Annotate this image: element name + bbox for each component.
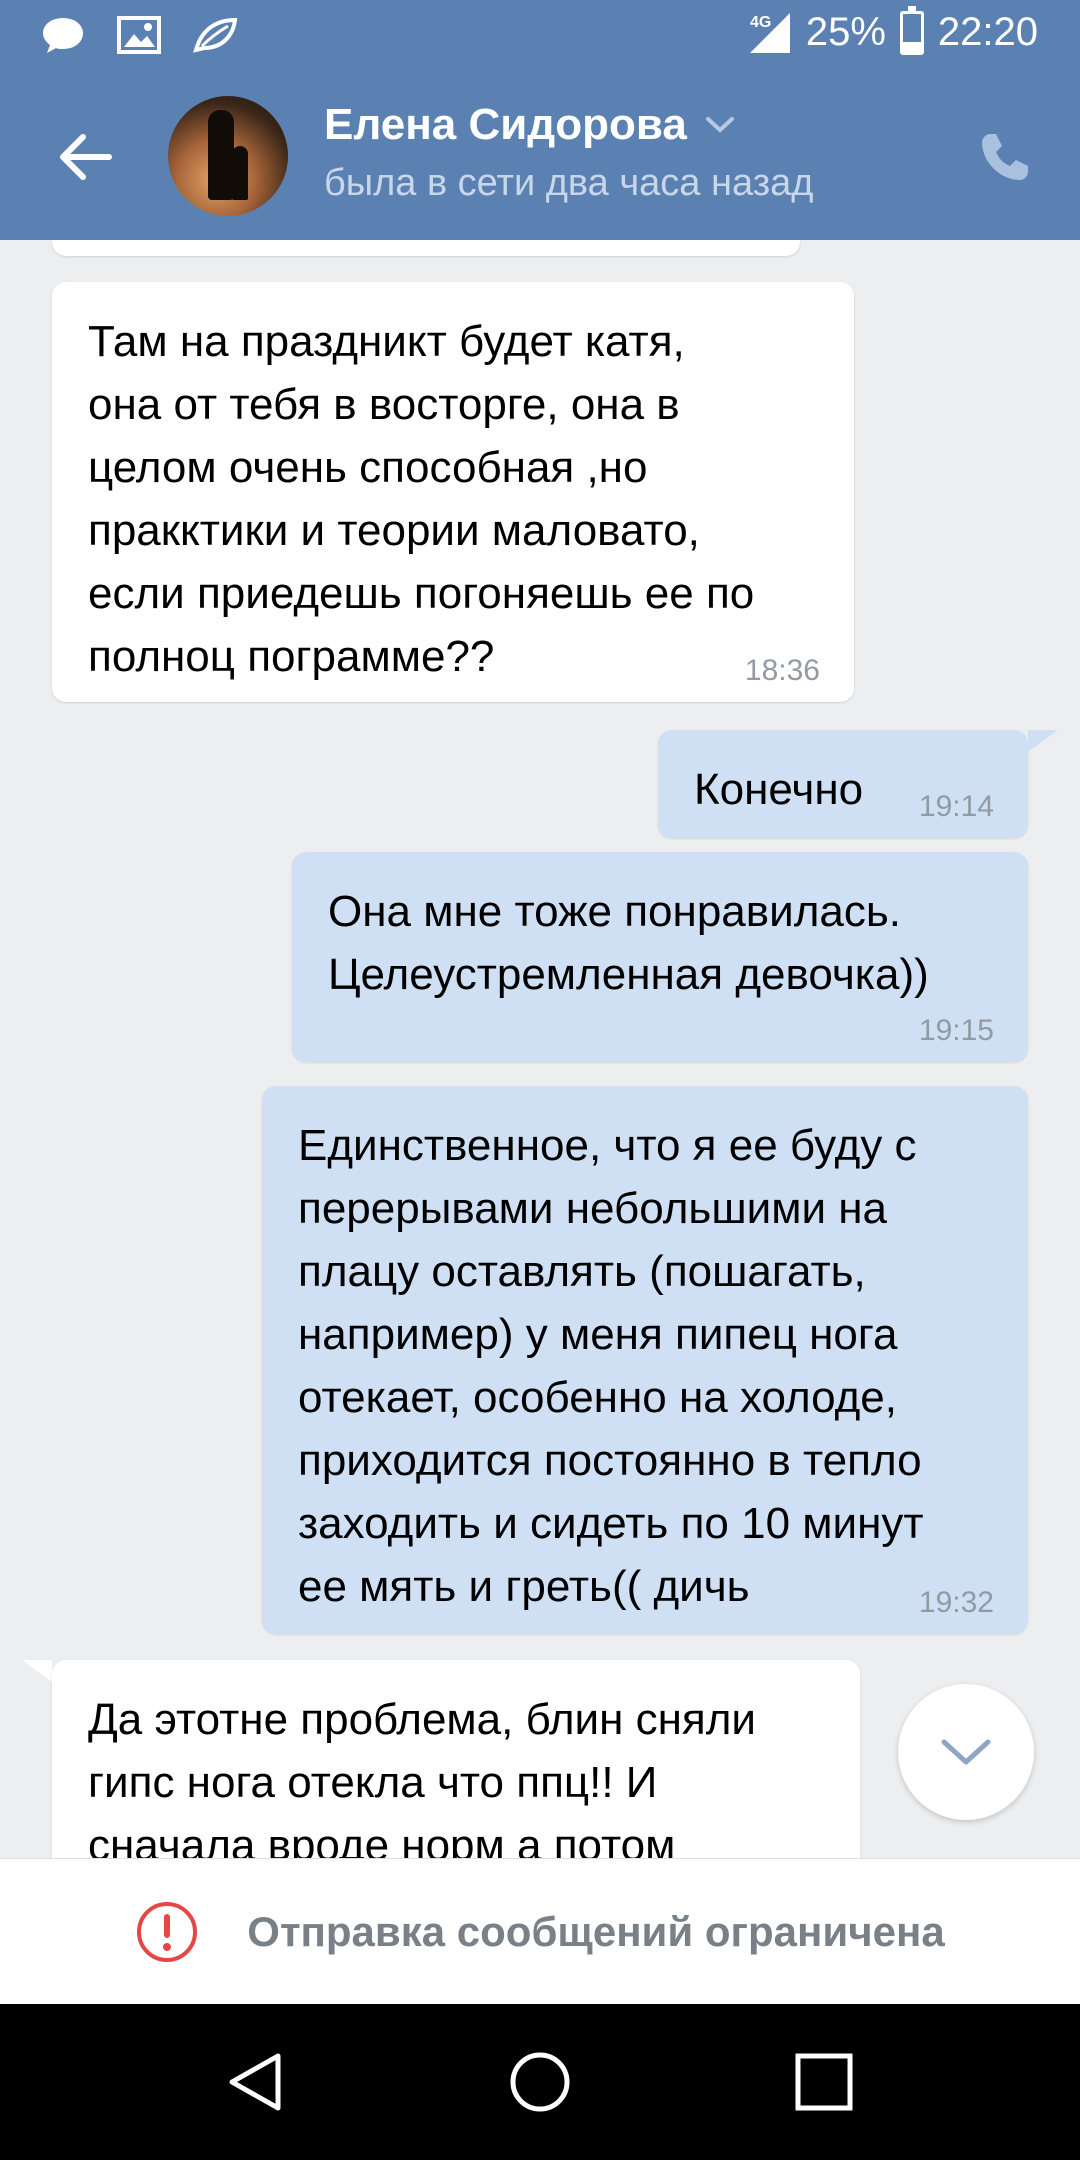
- top-bar: 4G 25% 22:20 Елена Сидорова была в сети …: [0, 0, 1080, 240]
- contact-name-row[interactable]: Елена Сидорова: [324, 100, 735, 150]
- contact-status: была в сети два часа назад: [324, 162, 814, 204]
- message-time: 19:15: [918, 1014, 994, 1047]
- chat-icon: [43, 18, 83, 53]
- phone-icon: [982, 134, 1028, 180]
- arrow-left-icon: [60, 134, 112, 180]
- bubble-tail: [22, 1660, 52, 1682]
- messaging-restricted-bar: Отправка сообщений ограничена: [0, 1858, 1080, 2004]
- status-bar: 4G 25% 22:20: [0, 0, 1080, 72]
- battery-percent: 25%: [805, 10, 886, 54]
- battery-icon: [899, 5, 924, 55]
- bubble-tail: [1028, 730, 1058, 752]
- clock: 22:20: [937, 10, 1038, 54]
- message-outgoing[interactable]: Конечно 19:14: [658, 730, 1028, 838]
- chat-header: Елена Сидорова была в сети два часа наза…: [0, 72, 1080, 240]
- leaf-icon: [193, 17, 238, 53]
- message-outgoing[interactable]: Она мне тоже понравилась. Целеустремленн…: [292, 852, 1028, 1062]
- chevron-down-icon: [705, 117, 734, 133]
- scroll-down-button[interactable]: [898, 1684, 1034, 1820]
- avatar[interactable]: [168, 96, 288, 216]
- message-text: Да этотне проблема, блин сняли гипс нога…: [88, 1695, 756, 1858]
- signal-icon: [749, 12, 790, 53]
- message-outgoing[interactable]: Единственное, что я ее буду с перерывами…: [262, 1086, 1028, 1634]
- circle-home-icon: [510, 2052, 570, 2112]
- contact-name: Елена Сидорова: [324, 100, 687, 149]
- warning-icon: [137, 1901, 198, 1962]
- message-incoming[interactable]: Там на праздникт будет катя, она от тебя…: [52, 282, 854, 702]
- restriction-text: Отправка сообщений ограничена: [247, 1907, 945, 1955]
- message-text: Там на праздникт будет катя, она от тебя…: [88, 317, 755, 681]
- system-nav-bar: [0, 2004, 1080, 2160]
- message-incoming[interactable]: Да этотне проблема, блин сняли гипс нога…: [52, 1660, 860, 1858]
- back-button[interactable]: [50, 122, 120, 192]
- triangle-back-icon: [229, 2053, 281, 2111]
- chevron-down-icon: [941, 1739, 991, 1765]
- message-time: 19:14: [918, 790, 994, 823]
- message-list[interactable]: Там на праздникт будет катя, она от тебя…: [0, 240, 1080, 1858]
- previous-message-fragment: [52, 240, 800, 256]
- message-time: 19:32: [918, 1586, 994, 1619]
- battery-level: [902, 42, 921, 52]
- avatar-silhouette-child: [232, 146, 248, 200]
- square-recents-icon: [795, 2053, 853, 2111]
- avatar-silhouette: [208, 110, 234, 200]
- message-text: Она мне тоже понравилась. Целеустремленн…: [328, 887, 929, 999]
- nav-home-button[interactable]: [502, 2044, 578, 2120]
- message-time: 18:36: [744, 654, 820, 687]
- message-text: Единственное, что я ее буду с перерывами…: [298, 1121, 924, 1611]
- notification-icons: [40, 14, 238, 56]
- image-icon: [117, 16, 161, 54]
- status-right: 25% 22:20: [748, 5, 1038, 55]
- call-button[interactable]: [970, 122, 1040, 192]
- nav-recents-button[interactable]: [786, 2044, 862, 2120]
- nav-back-button[interactable]: [218, 2044, 294, 2120]
